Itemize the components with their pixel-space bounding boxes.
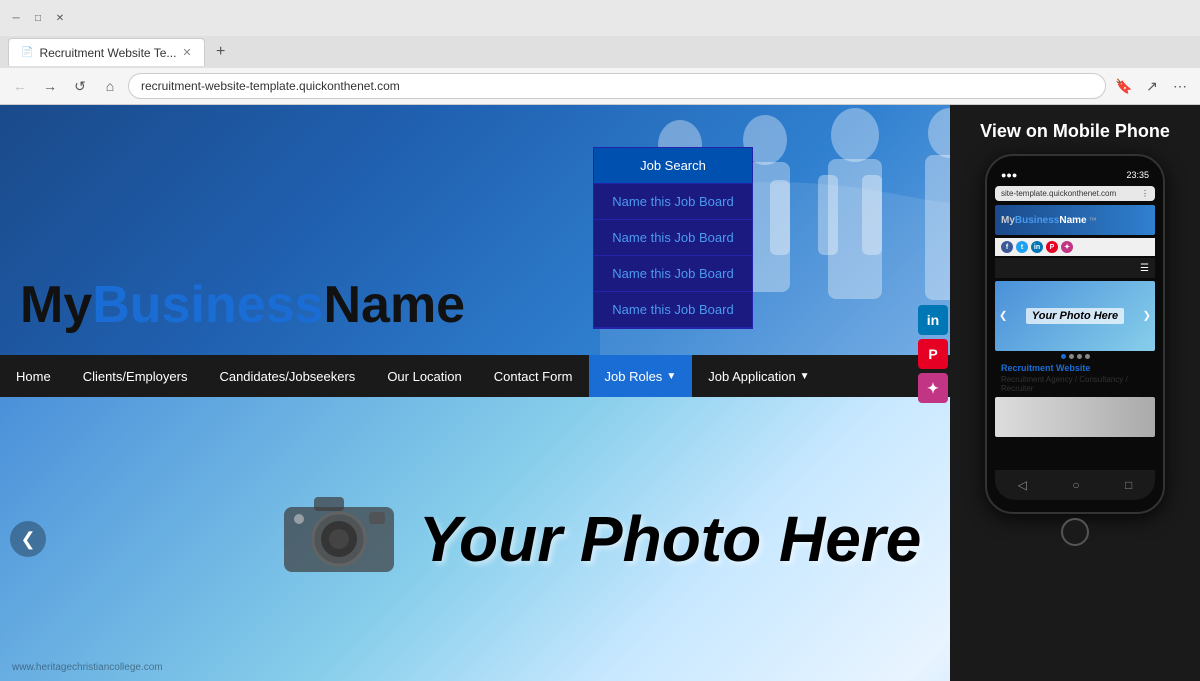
dropdown-menu: Job Search Name this Job Board Name this… bbox=[593, 147, 753, 329]
phone-social-bar: f t in P ✦ bbox=[995, 238, 1155, 256]
phone-business-name: MyBusinessName bbox=[1001, 215, 1087, 226]
business-name-name: Name bbox=[323, 276, 465, 334]
phone-carousel-dots bbox=[995, 354, 1155, 359]
phone-menu-dots: ⋮ bbox=[1141, 189, 1149, 198]
phone-back-icon[interactable]: ◁ bbox=[1018, 478, 1027, 492]
phone-site-link[interactable]: Recruitment Website bbox=[995, 363, 1155, 373]
tab-favicon: 📄 bbox=[21, 47, 33, 58]
phone-dot-3 bbox=[1077, 354, 1082, 359]
linkedin-social-icon[interactable]: in bbox=[918, 305, 948, 335]
website-content: MyBusinessName Home Clients/Employers Ca… bbox=[0, 105, 1200, 681]
right-social-bar: in P ✦ bbox=[918, 305, 948, 403]
instagram-social-icon[interactable]: ✦ bbox=[918, 373, 948, 403]
dropdown-arrow-jobroles: ▼ bbox=[666, 371, 676, 382]
phone-dot-1 bbox=[1061, 354, 1066, 359]
nav-item-jobapplication[interactable]: Job Application ▼ bbox=[692, 355, 825, 397]
dropdown-item-jobsearch[interactable]: Job Search bbox=[594, 148, 752, 184]
twitter-icon: t bbox=[1016, 241, 1028, 253]
phone-biz-name: Name bbox=[1059, 215, 1086, 226]
phone-recents-icon[interactable]: □ bbox=[1125, 478, 1132, 492]
hero-prev-button[interactable]: ❮ bbox=[10, 521, 46, 557]
hero-photo-text: Your Photo Here bbox=[419, 502, 922, 576]
dropdown-item-board4[interactable]: Name this Job Board bbox=[594, 292, 752, 328]
tab-bar: 📄 Recruitment Website Te... ✕ + bbox=[0, 36, 1200, 68]
facebook-icon: f bbox=[1001, 241, 1013, 253]
nav-item-candidates[interactable]: Candidates/Jobseekers bbox=[203, 355, 371, 397]
nav-item-location[interactable]: Our Location bbox=[371, 355, 477, 397]
close-button[interactable]: ✕ bbox=[52, 10, 68, 26]
nav-item-contact[interactable]: Contact Form bbox=[478, 355, 589, 397]
dropdown-arrow-jobapp: ▼ bbox=[800, 371, 810, 382]
active-tab[interactable]: 📄 Recruitment Website Te... ✕ bbox=[8, 38, 205, 66]
instagram-icon-phone: ✦ bbox=[1061, 241, 1073, 253]
linkedin-icon-phone: in bbox=[1031, 241, 1043, 253]
home-button[interactable]: ⌂ bbox=[98, 74, 122, 98]
forward-button[interactable]: → bbox=[38, 74, 62, 98]
tab-close-button[interactable]: ✕ bbox=[182, 46, 191, 59]
share-icon[interactable]: ↗ bbox=[1140, 74, 1164, 98]
phone-url: site-template.quickonthenet.com bbox=[1001, 189, 1116, 198]
phone-dot-2 bbox=[1069, 354, 1074, 359]
window-controls: ─ □ ✕ bbox=[8, 10, 68, 26]
camera-icon bbox=[279, 477, 399, 601]
trademark-symbol: ™ bbox=[1089, 216, 1097, 225]
phone-time: 23:35 bbox=[1126, 170, 1149, 180]
phone-dot-4 bbox=[1085, 354, 1090, 359]
dropdown-item-board1[interactable]: Name this Job Board bbox=[594, 184, 752, 220]
phone-hamburger-icon: ☰ bbox=[1140, 263, 1149, 274]
nav-item-clients[interactable]: Clients/Employers bbox=[67, 355, 204, 397]
pinterest-icon-phone: P bbox=[1046, 241, 1058, 253]
bookmark-icon[interactable]: 🔖 bbox=[1112, 74, 1136, 98]
phone-device: ●●● 23:35 site-template.quickonthenet.co… bbox=[985, 154, 1165, 514]
new-tab-button[interactable]: + bbox=[209, 40, 233, 64]
phone-biz-business: Business bbox=[1015, 215, 1059, 226]
dropdown-item-board3[interactable]: Name this Job Board bbox=[594, 256, 752, 292]
nav-item-home[interactable]: Home bbox=[0, 355, 67, 397]
phone-status-bar: ●●● 23:35 bbox=[995, 168, 1155, 182]
phone-next-arrow[interactable]: ❯ bbox=[1143, 311, 1151, 322]
phone-signal: ●●● bbox=[1001, 170, 1017, 180]
phone-browser-bar: site-template.quickonthenet.com ⋮ bbox=[995, 186, 1155, 201]
phone-menu-bar: ☰ bbox=[995, 258, 1155, 278]
phone-hero-area: ❮ Your Photo Here ❯ bbox=[995, 281, 1155, 351]
mobile-panel-title: View on Mobile Phone bbox=[980, 121, 1170, 142]
phone-prev-arrow[interactable]: ❮ bbox=[999, 311, 1007, 322]
mobile-panel: View on Mobile Phone ●●● 23:35 site-temp… bbox=[950, 105, 1200, 681]
address-bar: ← → ↺ ⌂ 🔖 ↗ ⋯ bbox=[0, 68, 1200, 104]
phone-nav-bar: ◁ ○ □ bbox=[995, 470, 1155, 500]
toolbar-icons: 🔖 ↗ ⋯ bbox=[1112, 74, 1192, 98]
maximize-button[interactable]: □ bbox=[30, 10, 46, 26]
address-input[interactable] bbox=[128, 73, 1106, 99]
browser-chrome: ─ □ ✕ 📄 Recruitment Website Te... ✕ + ← … bbox=[0, 0, 1200, 105]
phone-description: Recruitment Agency / Consultancy / Recru… bbox=[995, 375, 1155, 393]
dropdown-item-board2[interactable]: Name this Job Board bbox=[594, 220, 752, 256]
nav-item-jobroles[interactable]: Job Roles ▼ bbox=[589, 355, 693, 397]
phone-home-button[interactable] bbox=[1061, 518, 1089, 546]
watermark: www.heritagechristiancollege.com bbox=[12, 662, 163, 673]
back-button[interactable]: ← bbox=[8, 74, 32, 98]
menu-icon[interactable]: ⋯ bbox=[1168, 74, 1192, 98]
business-name-business: Business bbox=[92, 276, 323, 334]
title-bar: ─ □ ✕ bbox=[0, 0, 1200, 36]
refresh-button[interactable]: ↺ bbox=[68, 74, 92, 98]
phone-hero-text: Your Photo Here bbox=[1026, 308, 1124, 324]
minimize-button[interactable]: ─ bbox=[8, 10, 24, 26]
pinterest-social-icon[interactable]: P bbox=[918, 339, 948, 369]
phone-bottom-image bbox=[995, 397, 1155, 437]
business-name: MyBusinessName bbox=[20, 275, 465, 335]
phone-site-header: MyBusinessName ™ bbox=[995, 205, 1155, 235]
business-name-my: My bbox=[20, 276, 92, 334]
tab-title: Recruitment Website Te... bbox=[39, 46, 176, 60]
phone-biz-my: My bbox=[1001, 215, 1015, 226]
phone-home-icon[interactable]: ○ bbox=[1072, 478, 1079, 492]
